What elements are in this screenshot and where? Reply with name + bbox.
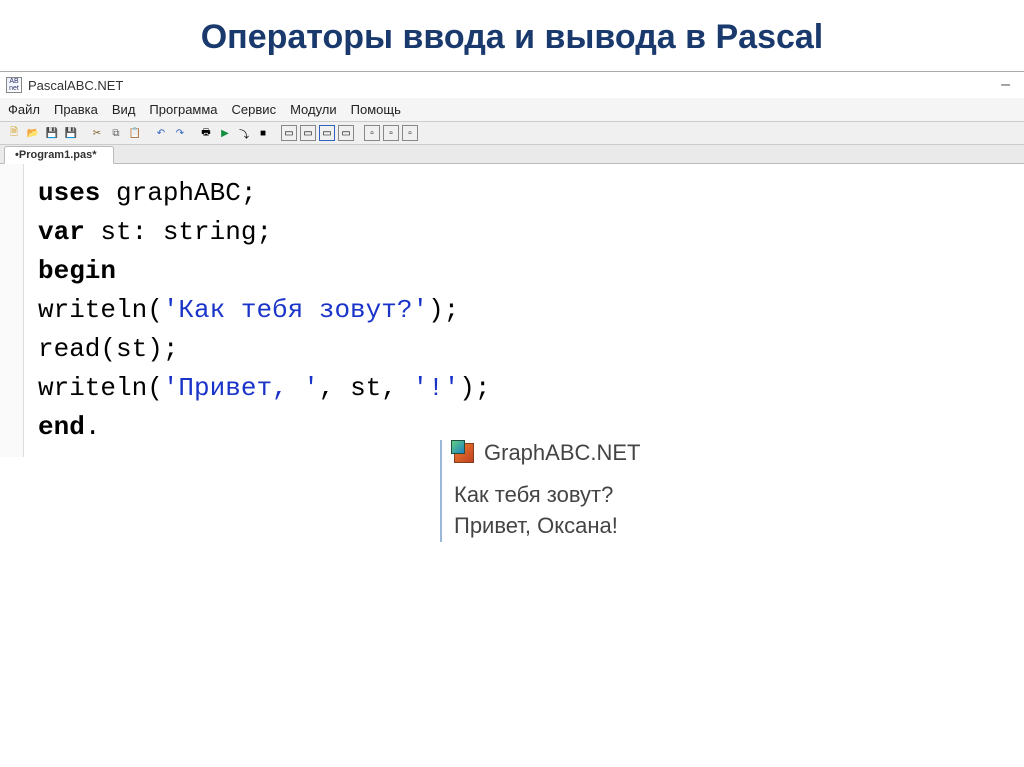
code-text: read(st); [38,334,178,364]
code-text: , st, [319,373,413,403]
code-text: st: [85,217,163,247]
run-icon[interactable]: ▶ [217,125,233,141]
string-literal: 'Привет, ' [163,373,319,403]
menu-program[interactable]: Программа [149,102,217,117]
keyword-begin: begin [38,256,116,286]
menu-edit[interactable]: Правка [54,102,98,117]
code-text: ); [459,373,490,403]
paste-icon[interactable]: 📋 [127,125,143,141]
undo-icon[interactable]: ↶ [153,125,169,141]
code-text: . [85,412,101,442]
code-text: writeln( [38,295,163,325]
pane-active-icon[interactable]: ▭ [319,125,335,141]
string-literal: '!' [412,373,459,403]
toolbar: 🗎 📂 💾 💾 ✂ ⧉ 📋 ↶ ↷ 🖶 ▶ ⤵ ■ ▭ ▭ ▭ ▭ ▫ ▫ ▫ [0,122,1024,145]
string-literal: 'Как тебя зовут?' [163,295,428,325]
new-file-icon[interactable]: 🗎 [6,125,22,141]
menu-service[interactable]: Сервис [232,102,277,117]
pane-icon[interactable]: ▭ [300,125,316,141]
menu-bar: Файл Правка Вид Программа Сервис Модули … [0,98,1024,122]
app-icon: ABnet [6,77,22,93]
pane-icon[interactable]: ▭ [281,125,297,141]
output-text: Как тебя зовут? Привет, Оксана! [454,480,740,542]
menu-help[interactable]: Помощь [351,102,401,117]
keyword-var: var [38,217,85,247]
cut-icon[interactable]: ✂ [89,125,105,141]
pane-icon[interactable]: ▭ [338,125,354,141]
type-string: string [163,217,257,247]
print-icon[interactable]: 🖶 [198,125,214,141]
code-area[interactable]: uses graphABC; var st: string; begin wri… [24,164,505,457]
output-pane-icon[interactable]: ▫ [364,125,380,141]
ide-window: ABnet PascalABC.NET – Файл Правка Вид Пр… [0,71,1024,457]
redo-icon[interactable]: ↷ [172,125,188,141]
output-title: GraphABC.NET [484,440,641,466]
output-line: Привет, Оксана! [454,511,740,542]
editor-pane: uses graphABC; var st: string; begin wri… [0,164,1024,457]
minimize-icon[interactable]: – [1001,76,1018,94]
code-text: writeln( [38,373,163,403]
file-tab[interactable]: •Program1.pas* [4,146,114,164]
output-line: Как тебя зовут? [454,480,740,511]
keyword-end: end [38,412,85,442]
open-file-icon[interactable]: 📂 [25,125,41,141]
app-title: PascalABC.NET [28,78,123,93]
code-text: graphABC; [100,178,256,208]
gutter [0,164,24,457]
slide-title: Операторы ввода и вывода в Pascal [0,0,1024,65]
menu-modules[interactable]: Модули [290,102,337,117]
step-over-icon[interactable]: ⤵ [236,125,252,141]
menu-view[interactable]: Вид [112,102,136,117]
output-pane-icon[interactable]: ▫ [383,125,399,141]
output-title-bar: GraphABC.NET [454,440,740,466]
save-icon[interactable]: 💾 [44,125,60,141]
save-all-icon[interactable]: 💾 [63,125,79,141]
code-text: ); [428,295,459,325]
graphabc-icon [454,443,474,463]
copy-icon[interactable]: ⧉ [108,125,124,141]
title-bar: ABnet PascalABC.NET – [0,72,1024,98]
stop-icon[interactable]: ■ [255,125,271,141]
tab-strip: •Program1.pas* [0,145,1024,164]
keyword-uses: uses [38,178,100,208]
menu-file[interactable]: Файл [8,102,40,117]
output-window: GraphABC.NET Как тебя зовут? Привет, Окс… [440,440,740,542]
output-pane-icon[interactable]: ▫ [402,125,418,141]
code-text: ; [256,217,272,247]
